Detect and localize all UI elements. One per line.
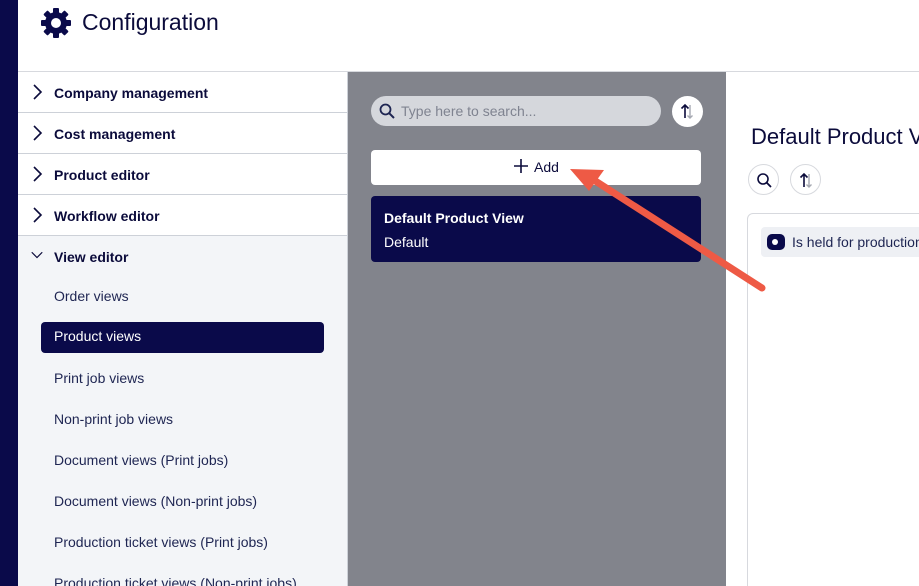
plus-icon — [514, 159, 528, 173]
sidebar-section-label: Product editor — [54, 167, 150, 183]
sidebar-section-label: View editor — [54, 249, 129, 265]
sidebar-item-label: Print job views — [54, 370, 145, 386]
sidebar-item-order-views[interactable]: Order views — [18, 277, 347, 318]
sidebar-item-label: Document views (Print jobs) — [54, 452, 229, 468]
search-input[interactable] — [401, 100, 651, 122]
sidebar-item-document-views-non-print-jobs[interactable]: Document views (Non-print jobs) — [18, 482, 347, 523]
field-chip-label: Is held for production — [792, 234, 919, 250]
chevron-down-icon — [31, 251, 43, 259]
chevron-right-icon — [33, 207, 43, 223]
chevron-right-icon — [33, 166, 43, 182]
sidebar-section-view-editor[interactable]: View editor — [18, 236, 347, 277]
sidebar-item-label: Product views — [54, 328, 142, 344]
detail-sort-button[interactable] — [790, 164, 821, 195]
add-button-label: Add — [534, 159, 559, 175]
sidebar-item-label: Order views — [54, 288, 129, 304]
sidebar-item-production-ticket-views-print-jobs[interactable]: Production ticket views (Print jobs) — [18, 523, 347, 564]
sidebar-section-label: Workflow editor — [54, 208, 160, 224]
sidebar-item-label: Production ticket views (Non-print jobs) — [54, 575, 297, 586]
view-list-item[interactable]: Default Product View Default — [371, 196, 701, 262]
sidebar-section-workflow-editor[interactable]: Workflow editor — [18, 195, 347, 236]
sort-button[interactable] — [672, 96, 703, 127]
sidebar-item-label: Document views (Non-print jobs) — [54, 493, 258, 509]
sidebar-section-product-editor[interactable]: Product editor — [18, 154, 347, 195]
toggle-icon — [767, 234, 785, 250]
sort-icon — [680, 103, 693, 119]
detail-search-button[interactable] — [748, 164, 779, 195]
sidebar-item-print-job-views[interactable]: Print job views — [18, 359, 347, 400]
view-list-panel: Add Default Product View Default — [348, 72, 726, 586]
page-title: Configuration — [82, 9, 219, 35]
sidebar-item-product-views[interactable]: Product views — [18, 318, 347, 359]
sidebar-item-document-views-print-jobs[interactable]: Document views (Print jobs) — [18, 441, 347, 482]
app-header: Configuration — [18, 0, 919, 72]
sidebar-item-non-print-job-views[interactable]: Non-print job views — [18, 400, 347, 441]
fields-panel: Is held for production — [747, 213, 919, 586]
sidebar-item-label: Non-print job views — [54, 411, 174, 427]
search-box[interactable] — [371, 96, 661, 126]
sidebar-section-cost-management[interactable]: Cost management — [18, 113, 347, 154]
search-icon — [379, 103, 395, 119]
left-rail — [0, 0, 18, 586]
detail-title: Default Product View — [751, 124, 919, 149]
sidebar-section-company-management[interactable]: Company management — [18, 72, 347, 113]
sidebar-item-production-ticket-views-non-print-jobs[interactable]: Production ticket views (Non-print jobs) — [18, 564, 347, 586]
sidebar-item-label: Production ticket views (Print jobs) — [54, 534, 268, 550]
config-sidebar: Company management Cost management Produ… — [18, 72, 348, 586]
add-view-button[interactable]: Add — [371, 150, 701, 185]
search-icon — [757, 173, 772, 188]
gear-icon — [41, 8, 71, 38]
view-detail-panel: Default Product View Is held for product… — [726, 96, 919, 586]
chevron-right-icon — [33, 125, 43, 141]
chevron-right-icon — [33, 84, 43, 100]
sort-icon — [799, 172, 812, 188]
field-chip[interactable]: Is held for production — [761, 227, 919, 257]
view-item-subtitle: Default — [384, 234, 429, 250]
sidebar-section-label: Cost management — [54, 126, 176, 142]
sidebar-section-label: Company management — [54, 85, 209, 101]
view-item-title: Default Product View — [384, 210, 524, 226]
